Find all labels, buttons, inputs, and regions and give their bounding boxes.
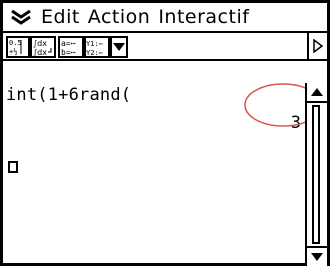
scroll-down-button[interactable] (307, 246, 327, 266)
menu-bar: Edit Action Interactif (3, 3, 327, 33)
function-list-icon[interactable]: Y1:⋯ Y2:⋯ (84, 36, 110, 58)
calculator-screen: Edit Action Interactif 0.5 +½ ∫dx ∫dx a=… (0, 0, 330, 266)
svg-text:Y2:⋯: Y2:⋯ (86, 49, 104, 56)
svg-text:0.5: 0.5 (9, 39, 22, 47)
scroll-track[interactable] (312, 105, 320, 244)
input-cursor[interactable] (8, 161, 18, 173)
svg-text:+½: +½ (9, 48, 17, 56)
menu-interactif[interactable]: Interactif (158, 6, 249, 28)
equation-list-icon[interactable]: a=⋯ b=⋯ (58, 36, 84, 58)
scroll-up-button[interactable] (307, 83, 327, 103)
svg-text:b=⋯: b=⋯ (61, 48, 76, 56)
chevron-double-down-icon[interactable] (7, 4, 35, 30)
menu-edit[interactable]: Edit (41, 6, 80, 28)
svg-text:Y1:⋯: Y1:⋯ (86, 40, 104, 48)
svg-text:a=⋯: a=⋯ (61, 39, 76, 48)
vertical-scrollbar[interactable] (305, 83, 327, 266)
toolbar: 0.5 +½ ∫dx ∫dx a=⋯ b=⋯ Y1:⋯ Y2:⋯ (3, 33, 327, 61)
toolbar-scroll-right-button[interactable] (307, 33, 327, 59)
menu-action[interactable]: Action (88, 6, 151, 28)
fraction-decimal-icon[interactable]: 0.5 +½ (6, 36, 30, 58)
triangle-right-icon (313, 39, 323, 53)
svg-text:∫dx: ∫dx (33, 39, 47, 48)
input-expression[interactable]: int(1+6rand( (6, 85, 131, 105)
triangle-up-icon (311, 88, 323, 96)
svg-text:∫dx: ∫dx (33, 48, 47, 56)
definite-integral-icon[interactable]: ∫dx ∫dx (30, 36, 56, 58)
triangle-down-icon (311, 253, 323, 261)
dropdown-arrow-icon[interactable] (110, 36, 128, 58)
